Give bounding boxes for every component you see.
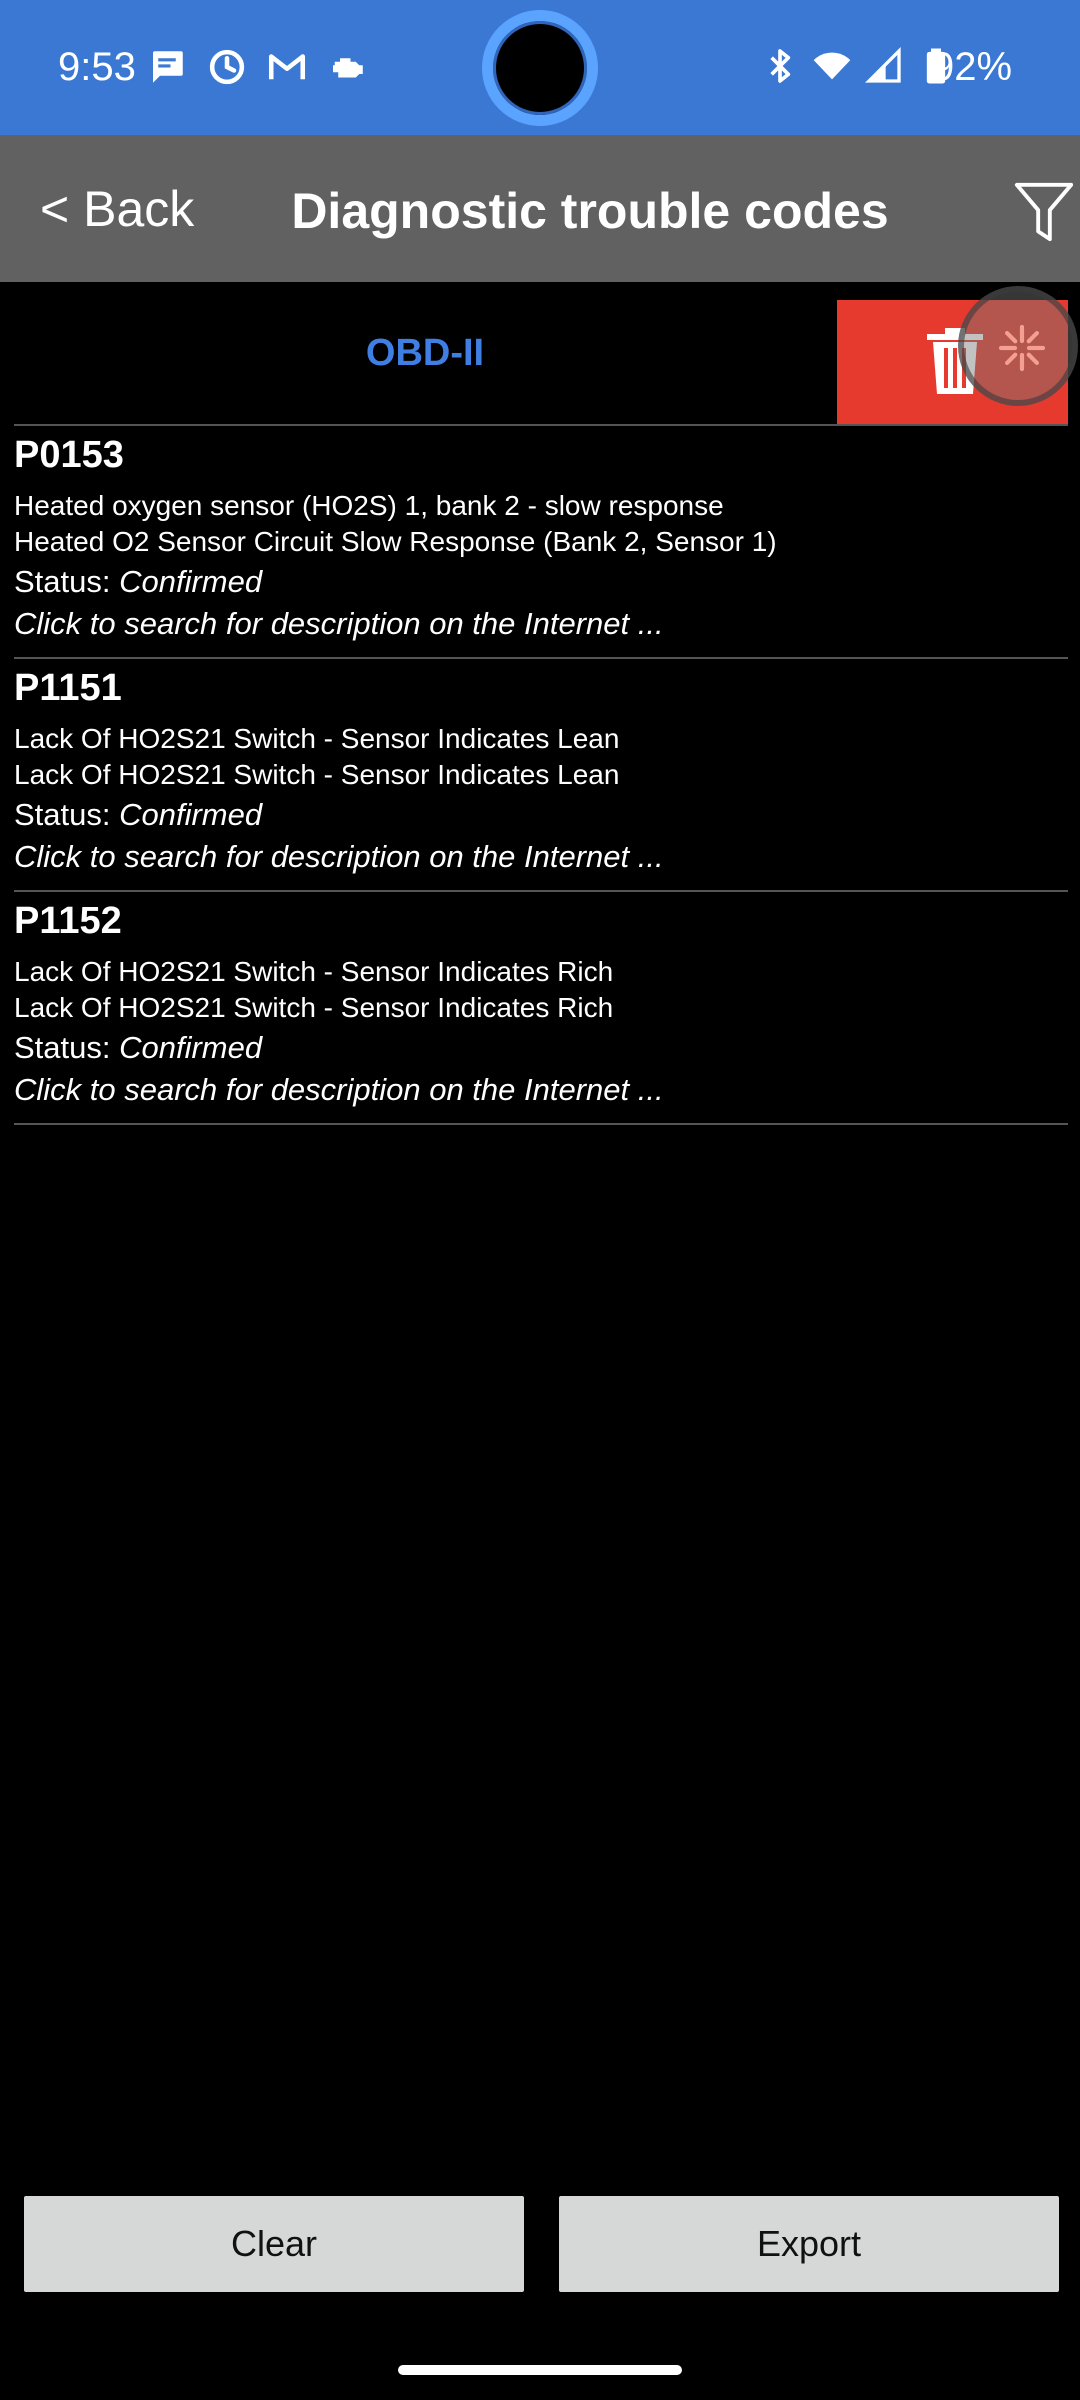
dtc-description: Lack Of HO2S21 Switch - Sensor Indicates… xyxy=(14,956,614,987)
dtc-item[interactable]: P1152 Lack Of HO2S21 Switch - Sensor Ind… xyxy=(14,892,1068,1125)
dtc-status: Status: Confirmed xyxy=(14,562,262,602)
dtc-description-alt: Heated O2 Sensor Circuit Slow Response (… xyxy=(14,526,777,557)
dtc-status: Status: Confirmed xyxy=(14,795,262,835)
dtc-search-link[interactable]: Click to search for description on the I… xyxy=(14,1070,664,1110)
home-indicator[interactable] xyxy=(398,2365,682,2375)
camera-cutout xyxy=(482,10,598,126)
system-icons xyxy=(760,46,956,86)
status-time: 9:53 xyxy=(58,45,136,89)
tab-row: OBD-II xyxy=(0,282,1080,424)
dtc-description-alt: Lack Of HO2S21 Switch - Sensor Indicates… xyxy=(14,759,620,790)
floating-tap-indicator[interactable] xyxy=(958,286,1078,406)
dtc-status-value: Confirmed xyxy=(119,1030,263,1065)
export-button[interactable]: Export xyxy=(559,2196,1059,2292)
dtc-list: P0153 Heated oxygen sensor (HO2S) 1, ban… xyxy=(14,426,1068,1125)
dtc-description: Heated oxygen sensor (HO2S) 1, bank 2 - … xyxy=(14,490,724,521)
page-title: Diagnostic trouble codes xyxy=(291,183,889,239)
bluetooth-icon xyxy=(770,49,791,83)
dtc-search-link[interactable]: Click to search for description on the I… xyxy=(14,837,664,877)
notification-icons xyxy=(146,46,368,88)
engine-icon xyxy=(333,58,363,78)
dtc-search-link[interactable]: Click to search for description on the I… xyxy=(14,604,664,644)
dtc-status-label: Status: xyxy=(14,1030,120,1065)
dtc-code: P1152 xyxy=(14,900,122,942)
dtc-item[interactable]: P0153 Heated oxygen sensor (HO2S) 1, ban… xyxy=(14,426,1068,659)
clear-button[interactable]: Clear xyxy=(24,2196,524,2292)
dtc-code: P0153 xyxy=(14,434,124,476)
dtc-code: P1151 xyxy=(14,667,122,709)
status-bar: 9:53 92% xyxy=(0,0,1080,135)
touch-icon xyxy=(998,324,1046,372)
gmail-icon xyxy=(268,54,306,80)
tab-obd-ii[interactable]: OBD-II xyxy=(0,282,850,424)
dtc-status-label: Status: xyxy=(14,797,120,832)
filter-icon[interactable] xyxy=(1012,179,1076,245)
dtc-status: Status: Confirmed xyxy=(14,1028,262,1068)
dtc-status-label: Status: xyxy=(14,564,120,599)
message-icon xyxy=(153,51,183,83)
battery-percent: 92% xyxy=(932,45,1013,89)
sync-icon xyxy=(209,49,245,85)
dtc-description-alt: Lack Of HO2S21 Switch - Sensor Indicates… xyxy=(14,992,614,1023)
dtc-status-value: Confirmed xyxy=(119,564,263,599)
dtc-item[interactable]: P1151 Lack Of HO2S21 Switch - Sensor Ind… xyxy=(14,659,1068,892)
signal-icon xyxy=(864,46,901,83)
dtc-status-value: Confirmed xyxy=(119,797,263,832)
wifi-icon xyxy=(813,52,851,80)
dtc-description: Lack Of HO2S21 Switch - Sensor Indicates… xyxy=(14,723,620,754)
app-bar: < Back Diagnostic trouble codes xyxy=(0,135,1080,282)
